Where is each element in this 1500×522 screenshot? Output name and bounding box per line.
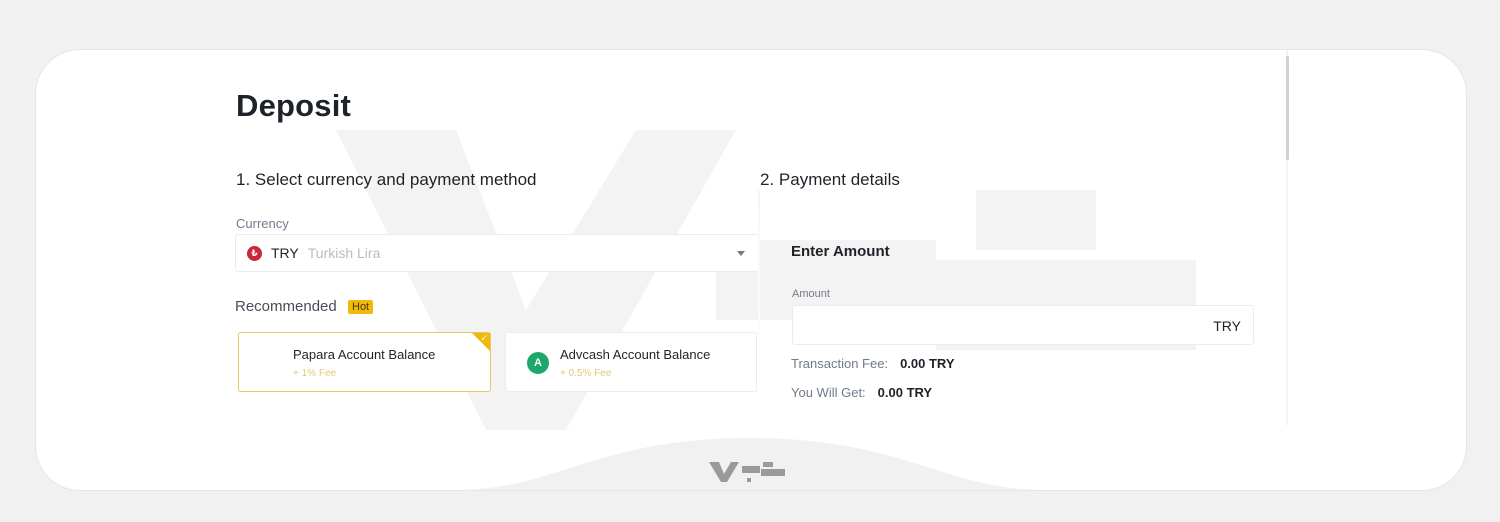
currency-code: TRY [271,245,299,261]
brand-logo-icon [709,462,785,482]
enter-amount-heading: Enter Amount [791,243,890,260]
advcash-logo-icon: A [527,352,549,374]
recommended-label: Recommended [235,298,337,315]
payment-method-fee: + 1% Fee [293,368,337,379]
scrollbar-thumb[interactable] [1286,56,1289,160]
payment-method-papara[interactable]: ✓ Papara Account Balance + 1% Fee [238,332,491,392]
section-title-payment-details: 2. Payment details [760,170,900,189]
transaction-fee-row: Transaction Fee: 0.00 TRY [791,356,955,371]
currency-label: Currency [236,216,289,231]
details-panel-divider [758,190,760,430]
section-title-select-currency: 1. Select currency and payment method [236,170,537,189]
check-icon: ✓ [480,333,488,343]
transaction-fee-label: Transaction Fee: [791,356,889,371]
hot-badge: Hot [348,300,374,314]
you-will-get-label: You Will Get: [791,385,866,400]
payment-method-name: Advcash Account Balance [560,347,711,362]
payment-method-name: Papara Account Balance [293,347,436,362]
screenshot-frame: Deposit 1. Select currency and payment m… [36,50,1466,490]
currency-select[interactable]: ₺ TRY Turkish Lira [235,234,759,272]
chevron-down-icon [737,251,745,256]
payment-method-fee: + 0.5% Fee [560,368,612,379]
you-will-get-value: 0.00 TRY [877,385,933,400]
page-title: Deposit [236,88,352,123]
currency-name: Turkish Lira [307,245,381,261]
amount-field[interactable]: TRY [792,305,1254,345]
you-will-get-row: You Will Get: 0.00 TRY [791,385,932,400]
amount-label: Amount [792,288,830,300]
turkish-lira-flag-icon: ₺ [247,245,262,261]
amount-input[interactable] [803,306,1187,344]
payment-method-advcash[interactable]: A Advcash Account Balance + 0.5% Fee [505,332,757,392]
amount-unit: TRY [1213,318,1241,334]
transaction-fee-value: 0.00 TRY [900,356,955,371]
